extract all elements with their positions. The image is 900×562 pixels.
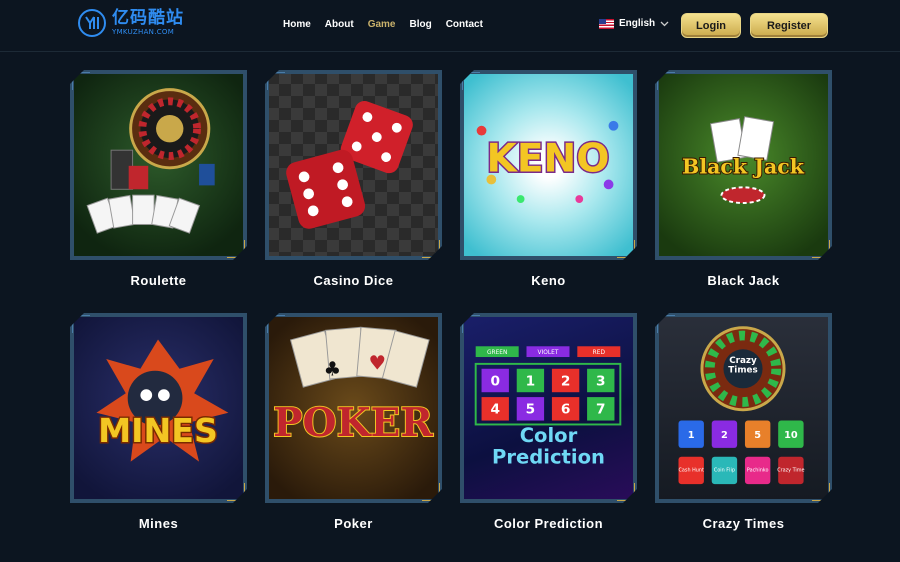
mines-art-icon: MINES <box>72 315 245 501</box>
blackjack-art-icon: Black Jack <box>657 72 830 258</box>
game-tile[interactable]: MINES <box>70 313 247 503</box>
login-button[interactable]: Login <box>681 13 741 38</box>
crazy-times-art-icon: Crazy Times 1 2 5 10 Cash Hunt Coin Flip… <box>657 315 830 501</box>
svg-text:1: 1 <box>688 430 695 441</box>
svg-text:VIOLET: VIOLET <box>538 350 559 356</box>
svg-text:GREEN: GREEN <box>487 350 507 356</box>
svg-text:2: 2 <box>561 373 571 389</box>
game-card-crazy-times[interactable]: Crazy Times 1 2 5 10 Cash Hunt Coin Flip… <box>655 313 832 531</box>
game-card-keno[interactable]: KENO Keno <box>460 70 637 288</box>
game-title: Mines <box>138 516 179 531</box>
game-card-mines[interactable]: MINES Mines <box>70 313 247 531</box>
top-navigation-bar: 亿码酷站 YMKUZHAN.COM Home About Game Blog C… <box>0 0 900 52</box>
blackjack-art-text: Black Jack <box>682 155 805 179</box>
svg-text:0: 0 <box>490 373 500 389</box>
svg-text:Crazy Time: Crazy Time <box>777 467 804 473</box>
svg-text:♣: ♣ <box>324 358 342 381</box>
us-flag-icon <box>599 18 614 29</box>
color-prediction-art-icon: GREEN VIOLET RED 0 1 2 3 4 5 6 7 Color P… <box>462 315 635 501</box>
game-card-roulette[interactable]: Roulette <box>70 70 247 288</box>
game-title: Crazy Times <box>702 516 785 531</box>
svg-text:Pachinko: Pachinko <box>747 467 769 473</box>
svg-text:5: 5 <box>526 402 536 418</box>
game-title: Casino Dice <box>313 273 394 288</box>
svg-text:10: 10 <box>784 430 798 441</box>
game-tile[interactable]: Black Jack <box>655 70 832 260</box>
language-label: English <box>619 18 656 29</box>
main-nav: Home About Game Blog Contact <box>283 19 497 30</box>
svg-text:7: 7 <box>596 402 606 418</box>
svg-text:♥: ♥ <box>369 352 387 375</box>
game-tile[interactable]: ♣ ♥ POKER <box>265 313 442 503</box>
roulette-art-icon <box>72 72 245 258</box>
game-card-color-prediction[interactable]: GREEN VIOLET RED 0 1 2 3 4 5 6 7 Color P… <box>460 313 637 531</box>
svg-text:2: 2 <box>721 430 728 441</box>
logo-mark-icon <box>78 9 106 37</box>
game-tile[interactable] <box>265 70 442 260</box>
game-tile[interactable]: GREEN VIOLET RED 0 1 2 3 4 5 6 7 Color P… <box>460 313 637 503</box>
register-button[interactable]: Register <box>750 13 828 38</box>
nav-contact[interactable]: Contact <box>446 19 483 30</box>
keno-art-text: KENO <box>487 137 610 182</box>
svg-text:6: 6 <box>561 402 571 418</box>
brand-name: 亿码酷站 <box>112 8 184 28</box>
svg-text:Coin Flip: Coin Flip <box>714 467 735 473</box>
game-title: Color Prediction <box>493 516 604 531</box>
game-tile[interactable]: Crazy Times 1 2 5 10 Cash Hunt Coin Flip… <box>655 313 832 503</box>
game-card-black-jack[interactable]: Black Jack Black Jack <box>655 70 832 288</box>
game-tile[interactable]: KENO <box>460 70 637 260</box>
svg-text:1: 1 <box>526 373 536 389</box>
svg-text:5: 5 <box>754 430 761 441</box>
svg-text:3: 3 <box>596 373 606 389</box>
poker-art-icon: ♣ ♥ POKER <box>267 315 440 501</box>
color-prediction-art-text: Color Prediction <box>492 424 605 469</box>
nav-blog[interactable]: Blog <box>409 19 431 30</box>
svg-text:4: 4 <box>490 402 500 418</box>
game-title: Poker <box>334 516 373 531</box>
nav-about[interactable]: About <box>325 19 354 30</box>
game-card-casino-dice[interactable]: Casino Dice <box>265 70 442 288</box>
game-title: Roulette <box>130 273 187 288</box>
game-title: Keno <box>531 273 566 288</box>
keno-art-icon: KENO <box>462 72 635 258</box>
svg-text:Cash Hunt: Cash Hunt <box>679 467 704 473</box>
nav-game[interactable]: Game <box>368 19 396 30</box>
brand-domain: YMKUZHAN.COM <box>112 28 175 36</box>
language-selector[interactable]: English <box>599 18 669 29</box>
chevron-down-icon <box>660 21 669 26</box>
nav-home[interactable]: Home <box>283 19 311 30</box>
poker-art-text: POKER <box>273 400 433 446</box>
brand-logo[interactable]: 亿码酷站 YMKUZHAN.COM <box>78 9 184 37</box>
mines-art-text: MINES <box>98 411 218 450</box>
dice-art-icon <box>267 72 440 258</box>
game-title: Black Jack <box>707 273 780 288</box>
svg-text:RED: RED <box>593 350 606 356</box>
game-card-poker[interactable]: ♣ ♥ POKER Poker <box>265 313 442 531</box>
game-tile[interactable] <box>70 70 247 260</box>
